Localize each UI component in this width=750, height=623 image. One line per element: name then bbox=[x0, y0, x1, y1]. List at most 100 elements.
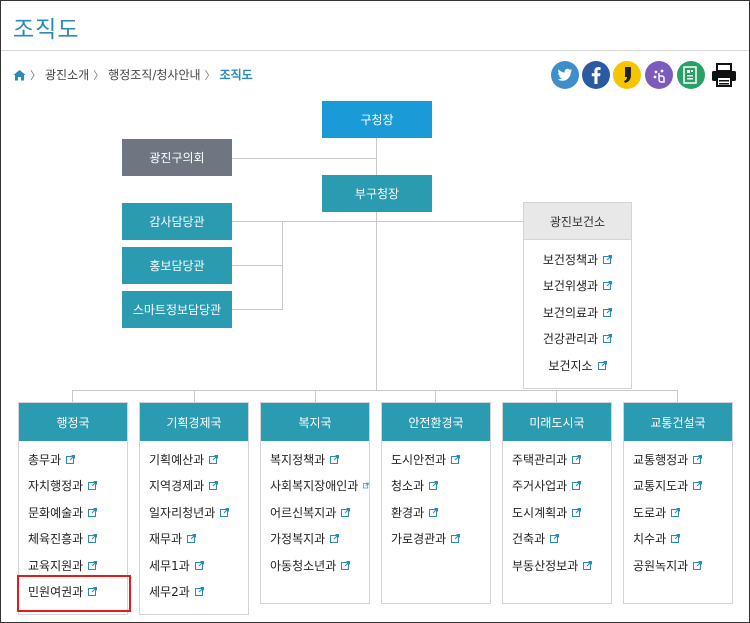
bureau-title[interactable]: 기획경제국 bbox=[140, 403, 248, 441]
list-item[interactable]: 환경과 bbox=[382, 499, 490, 526]
connector-office-1 bbox=[231, 221, 283, 222]
external-link-icon bbox=[603, 281, 613, 291]
external-link-icon bbox=[583, 560, 593, 570]
health-center-title[interactable]: 광진보건소 bbox=[524, 203, 631, 240]
band-share-icon[interactable] bbox=[645, 61, 673, 89]
chevron-right-icon: 〉 bbox=[204, 68, 216, 82]
bureau-title[interactable]: 행정국 bbox=[19, 403, 127, 441]
list-item[interactable]: 보건의료과 bbox=[524, 299, 631, 326]
list-item[interactable]: 아동청소년과 bbox=[261, 552, 369, 579]
external-link-icon bbox=[66, 454, 76, 464]
external-link-icon bbox=[572, 481, 582, 491]
list-item[interactable]: 보건정책과 bbox=[524, 246, 631, 273]
list-item[interactable]: 일자리청년과 bbox=[140, 499, 248, 526]
external-link-icon bbox=[209, 481, 219, 491]
external-link-icon bbox=[330, 454, 340, 464]
list-item[interactable]: 도로과 bbox=[624, 499, 732, 526]
list-item[interactable]: 건강관리과 bbox=[524, 326, 631, 353]
list-item[interactable]: 가정복지과 bbox=[261, 526, 369, 553]
bureau-title[interactable]: 안전환경국 bbox=[382, 403, 490, 441]
external-link-icon bbox=[194, 587, 204, 597]
list-item[interactable]: 주택관리과 bbox=[503, 446, 611, 473]
external-link-icon bbox=[88, 481, 98, 491]
health-center-panel: 광진보건소 보건정책과 보건위생과 보건의료과 건강관리과 보건지소 bbox=[523, 202, 632, 389]
external-link-icon bbox=[429, 507, 439, 517]
bureau-list: 도시안전과 청소과 환경과 가로경관과 bbox=[382, 441, 490, 552]
mayor-box[interactable]: 구청장 bbox=[322, 101, 432, 138]
external-link-icon bbox=[603, 254, 613, 264]
bureau-list: 복지정책과 사회복지장애인과 어르신복지과 가정복지과 아동청소년과 bbox=[261, 441, 369, 579]
external-link-icon bbox=[693, 481, 703, 491]
list-item[interactable]: 가로경관과 bbox=[382, 526, 490, 553]
external-link-icon bbox=[363, 482, 369, 489]
bureau-list: 주택관리과 주거사업과 도시계획과 건축과 부동산정보과 bbox=[503, 441, 611, 579]
breadcrumb-item-about[interactable]: 광진소개 bbox=[45, 66, 89, 83]
external-link-icon bbox=[693, 454, 703, 464]
bureau-title[interactable]: 복지국 bbox=[261, 403, 369, 441]
breadcrumb-current: 조직도 bbox=[219, 68, 253, 82]
external-link-icon bbox=[603, 307, 613, 317]
list-item[interactable]: 복지정책과 bbox=[261, 446, 369, 473]
list-item[interactable]: 재무과 bbox=[140, 526, 248, 553]
list-item[interactable]: 세무2과 bbox=[140, 579, 248, 606]
external-link-icon bbox=[88, 534, 98, 544]
list-item[interactable]: 도시계획과 bbox=[503, 499, 611, 526]
health-center-list: 보건정책과 보건위생과 보건의료과 건강관리과 보건지소 bbox=[524, 240, 631, 379]
external-link-icon bbox=[187, 534, 197, 544]
list-item[interactable]: 지역경제과 bbox=[140, 473, 248, 500]
breadcrumb: 〉 광진소개 〉 행정조직/청사안내 〉 조직도 bbox=[13, 66, 253, 83]
list-item[interactable]: 보건지소 bbox=[524, 352, 631, 379]
list-item[interactable]: 교통지도과 bbox=[624, 473, 732, 500]
council-box[interactable]: 광진구의회 bbox=[122, 139, 232, 176]
external-link-icon bbox=[572, 454, 582, 464]
title-divider bbox=[1, 50, 749, 51]
external-link-icon bbox=[671, 507, 681, 517]
twitter-share-icon[interactable] bbox=[551, 61, 579, 89]
list-item[interactable]: 청소과 bbox=[382, 473, 490, 500]
list-item[interactable]: 사회복지장애인과 bbox=[261, 473, 369, 500]
audit-office-box[interactable]: 감사담당관 bbox=[122, 203, 232, 240]
connector-office-2 bbox=[231, 265, 283, 266]
list-item[interactable]: 총무과 bbox=[19, 446, 127, 473]
list-item[interactable]: 어르신복지과 bbox=[261, 499, 369, 526]
list-item[interactable]: 건축과 bbox=[503, 526, 611, 553]
external-link-icon bbox=[597, 360, 607, 370]
pr-office-box[interactable]: 홍보담당관 bbox=[122, 247, 232, 284]
home-icon[interactable] bbox=[13, 69, 26, 81]
external-link-icon bbox=[572, 507, 582, 517]
list-item[interactable]: 교통행정과 bbox=[624, 446, 732, 473]
list-item[interactable]: 주거사업과 bbox=[503, 473, 611, 500]
breadcrumb-item-org[interactable]: 행정조직/청사안내 bbox=[108, 66, 200, 83]
bureau-panel-welfare: 복지국 복지정책과 사회복지장애인과 어르신복지과 가정복지과 아동청소년과 bbox=[260, 402, 370, 604]
external-link-icon bbox=[209, 454, 219, 464]
qr-code-icon[interactable] bbox=[677, 61, 705, 89]
list-item[interactable]: 공원녹지과 bbox=[624, 552, 732, 579]
deputy-mayor-box[interactable]: 부구청장 bbox=[322, 175, 432, 212]
list-item[interactable]: 기획예산과 bbox=[140, 446, 248, 473]
external-link-icon bbox=[671, 534, 681, 544]
chevron-right-icon: 〉 bbox=[30, 68, 41, 82]
connector-office-3 bbox=[231, 309, 283, 310]
external-link-icon bbox=[341, 507, 351, 517]
external-link-icon bbox=[330, 534, 340, 544]
kakaostory-share-icon[interactable] bbox=[613, 61, 641, 89]
list-item[interactable]: 부동산정보과 bbox=[503, 552, 611, 579]
list-item[interactable]: 체육진흥과 bbox=[19, 526, 127, 553]
bureau-panel-safety: 안전환경국 도시안전과 청소과 환경과 가로경관과 bbox=[381, 402, 491, 604]
facebook-share-icon[interactable] bbox=[582, 61, 610, 89]
bureau-panel-planning: 기획경제국 기획예산과 지역경제과 일자리청년과 재무과 세무1과 세무2과 bbox=[139, 402, 249, 615]
list-item[interactable]: 자치행정과 bbox=[19, 473, 127, 500]
list-item[interactable]: 치수과 bbox=[624, 526, 732, 553]
bureau-title[interactable]: 교통건설국 bbox=[624, 403, 732, 441]
smart-info-office-box[interactable]: 스마트정보담당관 bbox=[122, 291, 232, 328]
bureau-panel-transport: 교통건설국 교통행정과 교통지도과 도로과 치수과 공원녹지과 bbox=[623, 402, 733, 604]
external-link-icon bbox=[341, 560, 351, 570]
list-item[interactable]: 보건위생과 bbox=[524, 273, 631, 300]
list-item[interactable]: 문화예술과 bbox=[19, 499, 127, 526]
external-link-icon bbox=[451, 534, 461, 544]
highlight-outline bbox=[17, 575, 131, 612]
bureau-title[interactable]: 미래도시국 bbox=[503, 403, 611, 441]
print-icon[interactable] bbox=[710, 61, 738, 89]
list-item[interactable]: 도시안전과 bbox=[382, 446, 490, 473]
list-item[interactable]: 세무1과 bbox=[140, 552, 248, 579]
